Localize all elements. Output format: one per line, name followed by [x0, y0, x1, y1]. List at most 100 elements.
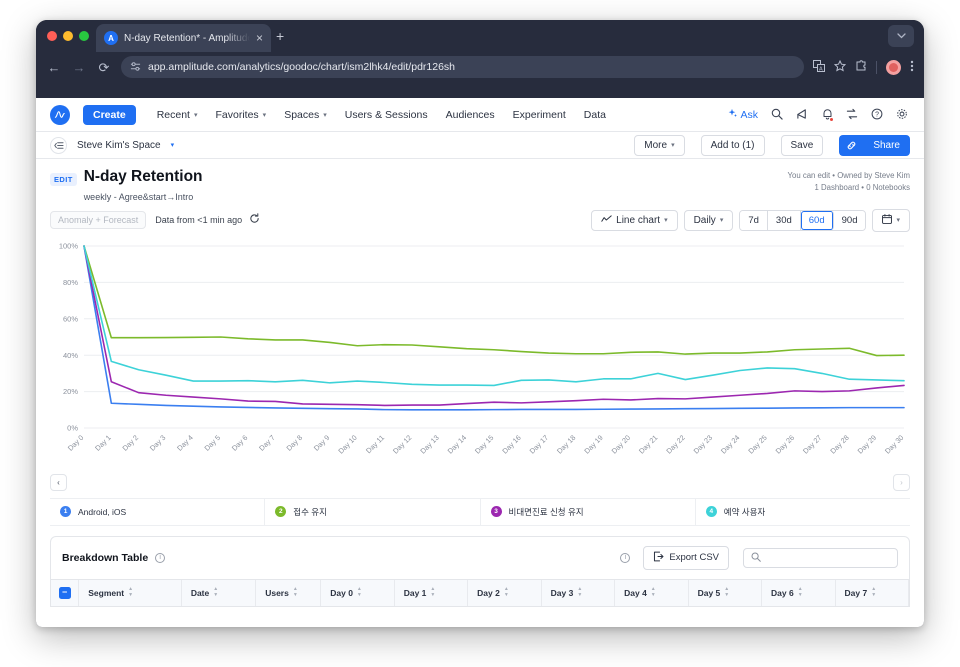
chart-controls: Anomaly + Forecast Data from <1 min ago …: [36, 202, 924, 232]
sort-icon[interactable]: ▲ ▼: [798, 587, 803, 598]
range-90d[interactable]: 90d: [833, 210, 866, 230]
column-header-day-6[interactable]: Day 6 ▲ ▼: [762, 579, 836, 606]
range-60d[interactable]: 60d: [800, 210, 834, 230]
sort-icon[interactable]: ▲ ▼: [213, 587, 218, 598]
chevron-down-icon[interactable]: [888, 25, 914, 47]
new-tab-button[interactable]: +: [276, 29, 284, 43]
column-header-segment[interactable]: Segment ▲ ▼: [79, 579, 182, 606]
save-button[interactable]: Save: [780, 134, 824, 156]
space-name[interactable]: Steve Kim's Space: [77, 140, 161, 151]
svg-text:Day 29: Day 29: [856, 433, 878, 455]
puzzle-icon[interactable]: [855, 59, 867, 75]
create-button[interactable]: Create: [83, 104, 136, 125]
legend-item-3[interactable]: 3 비대면진료 신청 유지: [481, 498, 696, 525]
interval-selector[interactable]: Daily ▾: [683, 209, 734, 231]
info-icon[interactable]: i: [620, 552, 631, 563]
browser-window: A N-day Retention* - Amplitude × + ← → ⟳: [36, 20, 924, 627]
tune-icon[interactable]: [130, 61, 141, 74]
prev-page-button[interactable]: ‹: [50, 473, 67, 491]
toggles-icon[interactable]: [846, 108, 858, 122]
ask-button[interactable]: Ask: [727, 108, 758, 121]
maximize-window-button[interactable]: [79, 31, 89, 41]
add-to-button[interactable]: Add to (1): [700, 134, 765, 156]
column-header-day-0[interactable]: Day 0 ▲ ▼: [321, 579, 395, 606]
refresh-icon[interactable]: [249, 213, 260, 227]
column-header-day-5[interactable]: Day 5 ▲ ▼: [689, 579, 763, 606]
svg-text:Day 21: Day 21: [637, 433, 659, 455]
info-icon[interactable]: i: [155, 552, 166, 563]
forward-icon[interactable]: →: [71, 61, 87, 74]
collapse-icon[interactable]: −: [58, 586, 71, 599]
nav-item-data[interactable]: Data: [575, 109, 615, 121]
minimize-window-button[interactable]: [63, 31, 73, 41]
sort-icon[interactable]: ▲ ▼: [504, 587, 509, 598]
nav-item-recent[interactable]: Recent ▾: [148, 109, 207, 121]
next-page-button[interactable]: ›: [893, 473, 910, 491]
sort-icon[interactable]: ▲ ▼: [293, 587, 298, 598]
avatar[interactable]: [886, 59, 901, 75]
panel-collapse-icon[interactable]: [50, 136, 67, 154]
question-circle-icon[interactable]: ?: [871, 108, 883, 122]
address-bar[interactable]: app.amplitude.com/analytics/goodoc/chart…: [121, 56, 804, 78]
nav-item-spaces[interactable]: Spaces ▾: [275, 109, 336, 121]
column-header-users[interactable]: Users ▲ ▼: [256, 579, 322, 606]
browser-tab[interactable]: A N-day Retention* - Amplitude ×: [96, 24, 271, 52]
legend-item-1[interactable]: 1 Android, iOS: [50, 498, 266, 525]
gear-icon[interactable]: [896, 108, 908, 122]
nav-item-favorites[interactable]: Favorites ▾: [206, 109, 275, 121]
share-button[interactable]: Share: [863, 134, 910, 156]
chevron-down-glyph: [896, 33, 906, 39]
range-7d[interactable]: 7d: [740, 210, 768, 230]
search-icon[interactable]: [771, 108, 783, 122]
sort-icon[interactable]: ▲ ▼: [357, 587, 362, 598]
nav-item-users-sessions[interactable]: Users & Sessions: [336, 109, 437, 121]
export-csv-button[interactable]: Export CSV: [643, 545, 729, 570]
amplitude-logo-icon[interactable]: [50, 104, 70, 125]
anomaly-forecast-button[interactable]: Anomaly + Forecast: [50, 211, 147, 230]
search-input[interactable]: [767, 551, 890, 564]
sort-icon[interactable]: ▲ ▼: [651, 587, 656, 598]
chevron-down-icon[interactable]: ▾: [171, 141, 175, 149]
chart-type-selector[interactable]: Line chart ▾: [591, 209, 678, 231]
column-header-day-1[interactable]: Day 1 ▲ ▼: [395, 579, 469, 606]
svg-text:100%: 100%: [59, 241, 79, 250]
legend-label: 비대면진료 신청 유지: [508, 506, 584, 517]
breakdown-table-header: Breakdown Table i i Export CSV: [51, 537, 909, 579]
back-icon[interactable]: ←: [46, 61, 62, 74]
more-button[interactable]: More ▾: [634, 134, 685, 156]
close-window-button[interactable]: [47, 31, 57, 41]
sort-icon[interactable]: ▲ ▼: [128, 587, 133, 598]
megaphone-icon[interactable]: [796, 108, 809, 122]
column-header-day-4[interactable]: Day 4 ▲ ▼: [615, 579, 689, 606]
column-header-day-3[interactable]: Day 3 ▲ ▼: [542, 579, 616, 606]
nav-item-experiment[interactable]: Experiment: [504, 109, 575, 121]
column-label: Day 3: [550, 587, 574, 598]
range-selector: 7d 30d 60d 90d: [739, 209, 867, 231]
svg-text:Day 22: Day 22: [664, 433, 686, 455]
nav-item-audiences[interactable]: Audiences: [437, 109, 504, 121]
breakdown-search[interactable]: [743, 547, 898, 568]
translate-icon[interactable]: A: [813, 59, 825, 75]
bell-icon[interactable]: [822, 108, 834, 122]
retention-line-chart[interactable]: 0% 20% 40% 60% 80% 100% Day 0 Day 1 Day 2 Day 3 Da…: [50, 240, 910, 472]
column-header-day-2[interactable]: Day 2 ▲ ▼: [468, 579, 542, 606]
sort-icon[interactable]: ▲ ▼: [430, 587, 435, 598]
reload-icon[interactable]: ⟳: [96, 61, 112, 74]
svg-text:Day 14: Day 14: [446, 433, 468, 455]
column-header-date[interactable]: Date ▲ ▼: [182, 579, 257, 606]
sort-icon[interactable]: ▲ ▼: [724, 587, 729, 598]
calendar-selector[interactable]: ▾: [872, 208, 910, 232]
legend-item-4[interactable]: 4 예약 사용자: [696, 499, 910, 525]
link-icon[interactable]: [839, 134, 865, 156]
legend-item-2[interactable]: 2 접수 유지: [265, 498, 481, 525]
sort-icon[interactable]: ▲ ▼: [577, 587, 582, 598]
collapse-all-cell[interactable]: −: [51, 579, 80, 606]
star-icon[interactable]: [833, 59, 847, 75]
column-header-day-7[interactable]: Day 7 ▲ ▼: [836, 579, 909, 606]
range-30d[interactable]: 30d: [767, 210, 801, 230]
search-glyph: [771, 108, 783, 120]
svg-text:Day 20: Day 20: [610, 433, 632, 455]
close-icon[interactable]: ×: [256, 32, 263, 44]
kebab-menu-icon[interactable]: [910, 59, 914, 76]
sort-icon[interactable]: ▲ ▼: [871, 587, 876, 598]
